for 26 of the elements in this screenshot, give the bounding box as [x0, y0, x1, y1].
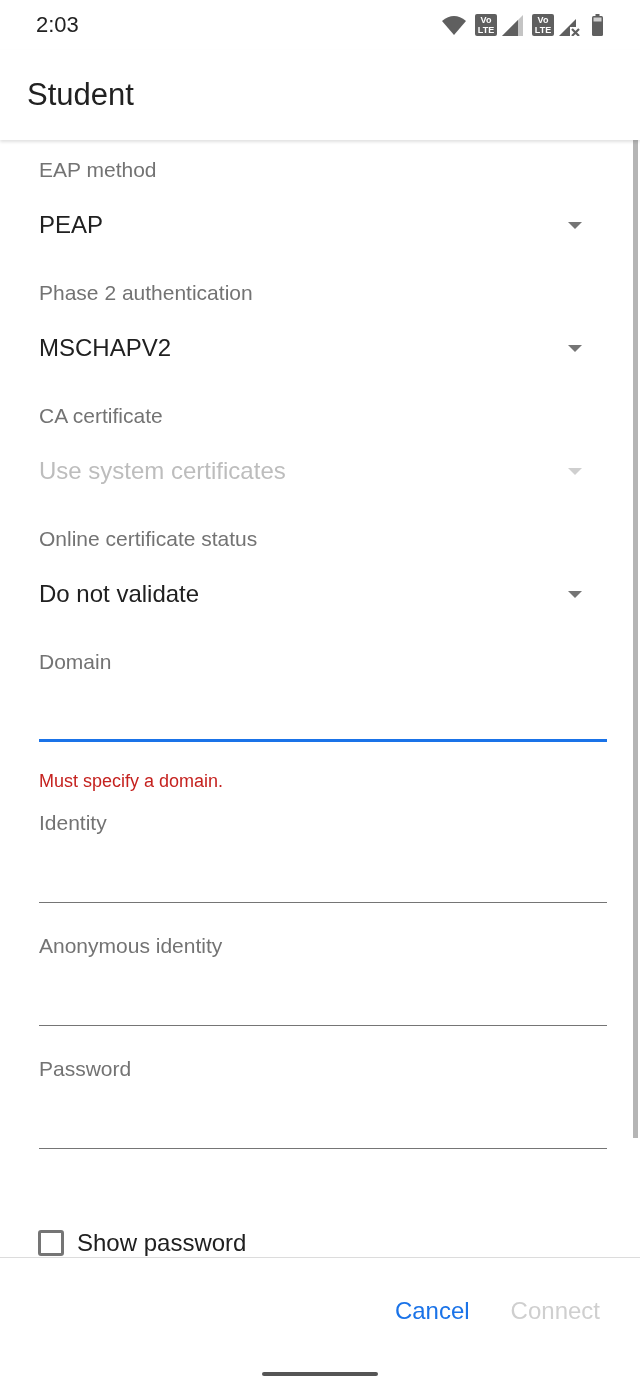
dropdown[interactable]: MSCHAPV2: [39, 324, 607, 372]
field-label: Anonymous identity: [39, 933, 224, 959]
caret-icon: [568, 590, 582, 598]
battery-icon: [592, 14, 603, 36]
volte-badge: Vo LTE: [532, 14, 554, 36]
dropdown[interactable]: Do not validate: [39, 570, 607, 618]
field-label: Identity: [39, 810, 108, 836]
text-button[interactable]: Cancel: [378, 1286, 486, 1336]
field-label: CA certificate: [39, 403, 164, 429]
volte-badge: Vo LTE: [475, 14, 497, 36]
checkbox[interactable]: [38, 1230, 64, 1256]
field-label: Password: [39, 1056, 133, 1082]
field-label: EAP method: [39, 157, 158, 183]
dialog-title: Student: [27, 77, 134, 113]
status-time: 2:03: [36, 12, 79, 38]
field-label: Online certificate status: [39, 526, 259, 552]
dropdown[interactable]: PEAP: [39, 201, 607, 249]
home-handle[interactable]: [262, 1372, 378, 1376]
field-label: Phase 2 authentication: [39, 280, 254, 306]
caret-icon: [568, 344, 582, 352]
wifi-icon: [442, 15, 466, 35]
field-label: Domain: [39, 649, 113, 675]
checkbox-label[interactable]: Show password: [77, 1229, 247, 1257]
caret-icon: [568, 467, 582, 475]
error-message: Must specify a domain.: [39, 770, 225, 792]
caret-icon: [568, 221, 582, 229]
